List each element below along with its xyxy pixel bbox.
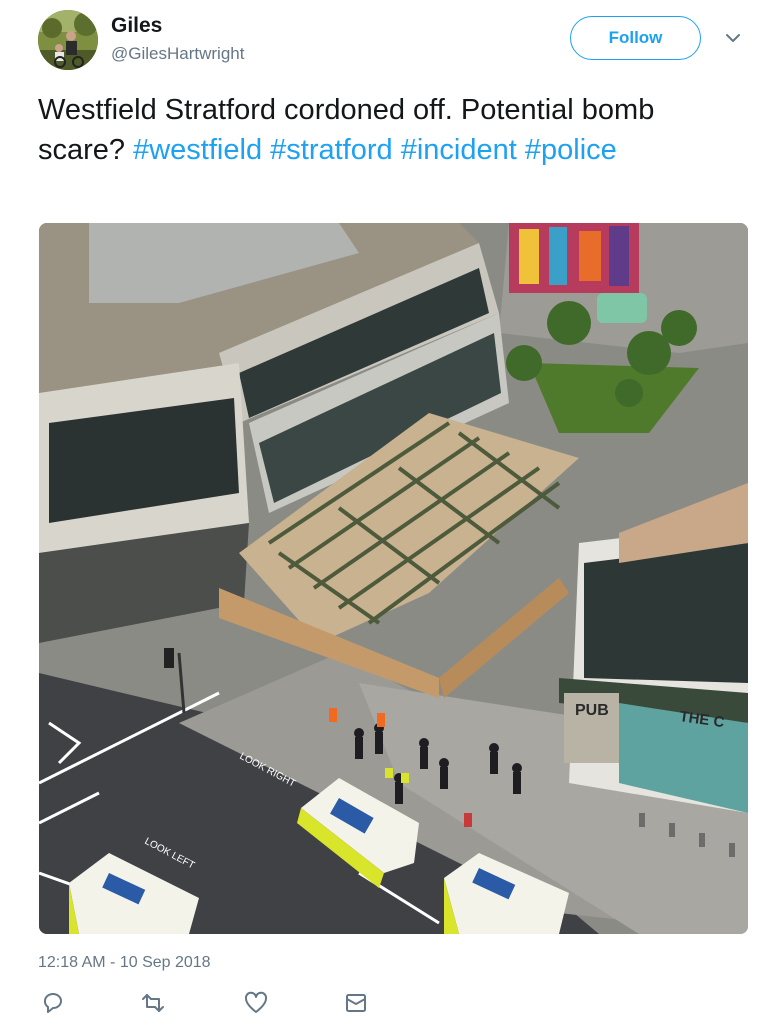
reply-icon[interactable]	[40, 990, 66, 1016]
pub-sign: PUB	[575, 702, 609, 719]
tweet-actions	[0, 990, 780, 1020]
tweet-header: Giles @GilesHartwright Follow	[0, 0, 780, 80]
user-handle[interactable]: @GilesHartwright	[111, 44, 244, 64]
hashtag-link[interactable]: #stratford	[270, 134, 393, 166]
tweet-text: Westfield Stratford cordoned off. Potent…	[38, 90, 748, 170]
avatar-image	[38, 10, 98, 70]
aerial-street-photo: PUB THE C LOOK LEFT LOOK RIGHT	[39, 223, 748, 934]
envelope-icon[interactable]	[343, 990, 369, 1016]
tweet-photo[interactable]: PUB THE C LOOK LEFT LOOK RIGHT	[39, 223, 748, 934]
hashtag-link[interactable]: #police	[525, 134, 617, 166]
chevron-down-icon[interactable]	[723, 28, 743, 48]
retweet-icon[interactable]	[140, 990, 166, 1016]
tweet-timestamp[interactable]: 12:18 AM - 10 Sep 2018	[38, 954, 211, 972]
heart-icon[interactable]	[243, 990, 269, 1016]
hashtag-link[interactable]: #incident	[401, 134, 517, 166]
display-name[interactable]: Giles	[111, 14, 162, 38]
follow-button[interactable]: Follow	[570, 16, 701, 60]
avatar[interactable]	[38, 10, 98, 70]
hashtag-link[interactable]: #westfield	[133, 134, 262, 166]
